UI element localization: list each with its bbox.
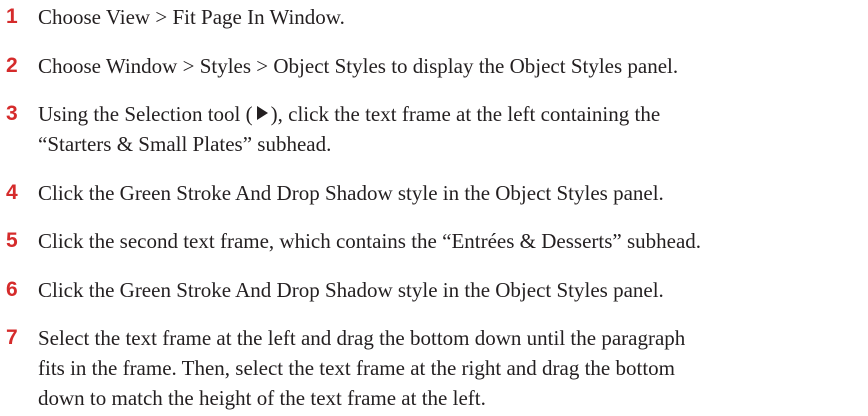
step-number: 4 — [6, 181, 18, 204]
step-text-fragment: Using the Selection tool ( — [38, 102, 253, 126]
step-line: Click the second text frame, which conta… — [38, 229, 702, 253]
step-text: Choose View > Fit Page In Window. — [38, 2, 858, 32]
step-line: Select the text frame at the left and dr… — [38, 326, 686, 350]
step-text: Select the text frame at the left and dr… — [38, 323, 858, 413]
step-text: Click the second text frame, which conta… — [38, 226, 858, 256]
step-number: 1 — [6, 5, 18, 28]
step-number: 2 — [6, 54, 18, 77]
step-number: 7 — [6, 326, 18, 349]
step-number: 3 — [6, 102, 18, 125]
step-line: down to match the height of the text fra… — [38, 386, 486, 410]
step-number: 5 — [6, 229, 18, 252]
step-line: Click the Green Stroke And Drop Shadow s… — [38, 181, 664, 205]
step-line: Choose View > Fit Page In Window. — [38, 5, 345, 29]
instruction-steps: 1 Choose View > Fit Page In Window. 2 Ch… — [0, 0, 868, 416]
step-line: fits in the frame. Then, select the text… — [38, 356, 675, 380]
step-text-fragment: ), click the text frame at the left cont… — [270, 102, 661, 126]
step-line: Choose Window > Styles > Object Styles t… — [38, 54, 679, 78]
step-line: Using the Selection tool ( ), click the t… — [38, 99, 858, 129]
step-text: Click the Green Stroke And Drop Shadow s… — [38, 178, 858, 208]
step-text: Using the Selection tool ( ), click the t… — [38, 99, 858, 159]
selection-tool-arrow-icon — [253, 101, 271, 121]
step-line: “Starters & Small Plates” subhead. — [38, 132, 332, 156]
step-line: Click the Green Stroke And Drop Shadow s… — [38, 278, 664, 302]
step-text: Choose Window > Styles > Object Styles t… — [38, 51, 858, 81]
step-number: 6 — [6, 278, 18, 301]
step-text: Click the Green Stroke And Drop Shadow s… — [38, 275, 858, 305]
